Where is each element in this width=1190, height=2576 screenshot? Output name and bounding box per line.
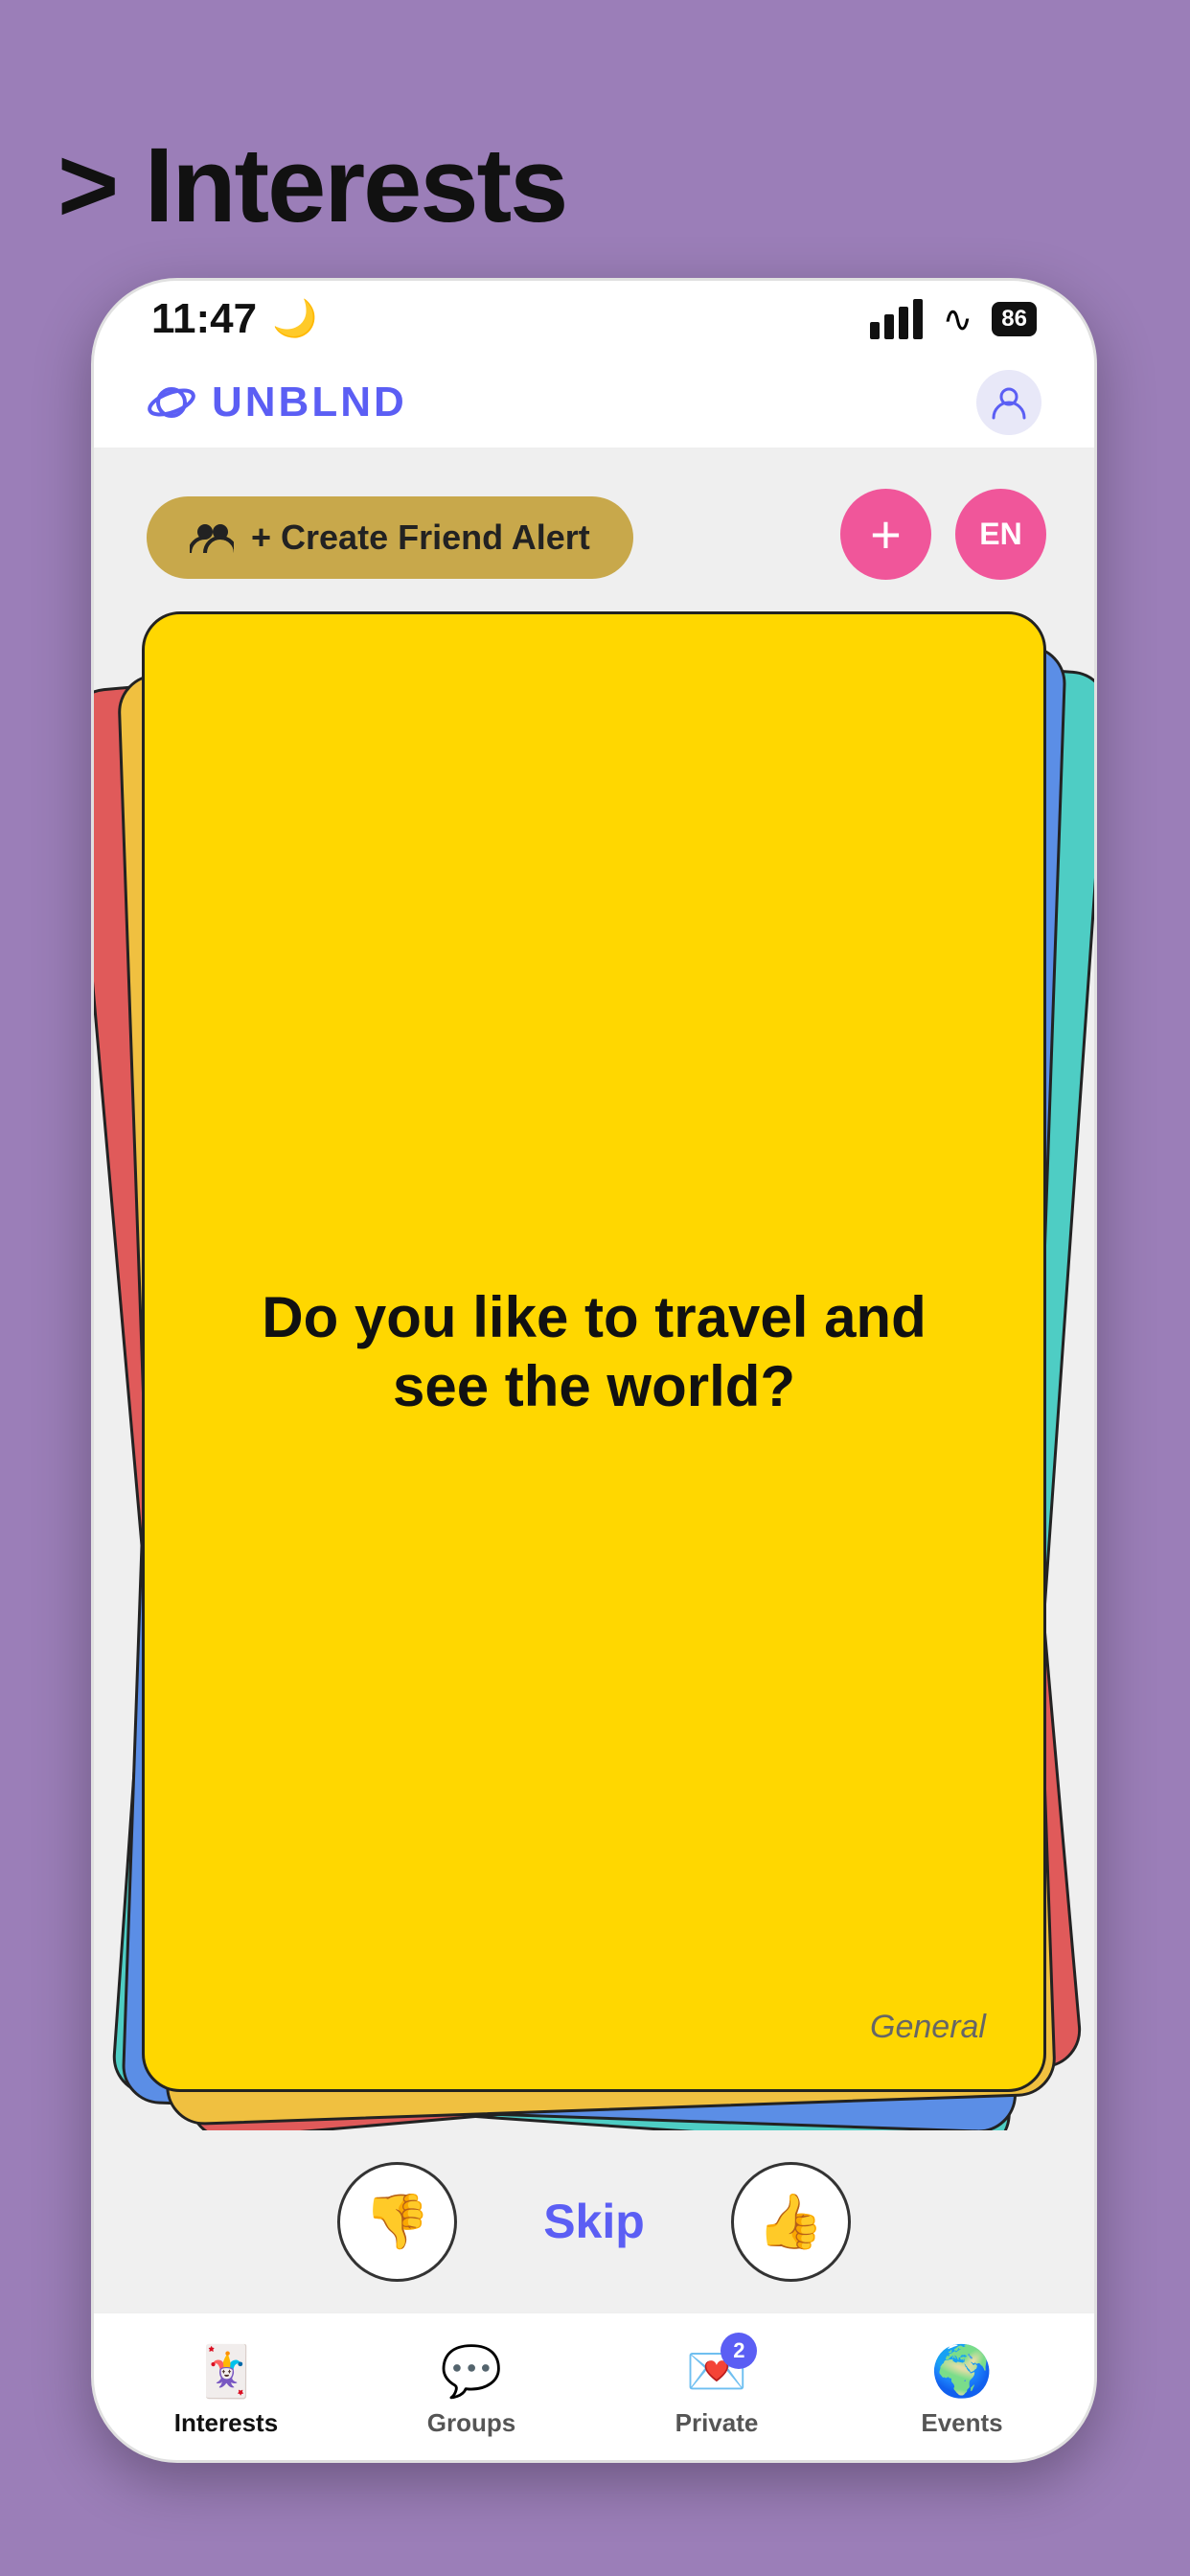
tab-groups-label: Groups [427,2408,515,2438]
tab-private-label: Private [675,2408,759,2438]
groups-icon: 💬 [441,2342,503,2401]
language-label: EN [979,517,1021,552]
tab-events[interactable]: 🌍 Events [839,2342,1085,2438]
signal-icon [870,299,923,339]
bottom-nav: 🃏 Interests 💬 Groups 💌 2 Private 🌍 Event… [94,2312,1094,2463]
private-icon: 💌 2 [686,2342,748,2401]
card-stack: Do you like to travel and see the world?… [142,611,1046,2111]
tab-interests-label: Interests [174,2408,278,2438]
tab-private[interactable]: 💌 2 Private [594,2342,839,2438]
app-header: UNBLND [94,357,1094,448]
tab-interests[interactable]: 🃏 Interests [103,2342,349,2438]
status-time: 11:47 [151,295,257,343]
card-main[interactable]: Do you like to travel and see the world?… [142,611,1046,2092]
like-button[interactable]: 👍 [731,2162,851,2282]
card-category: General [870,2009,986,2046]
dislike-icon: 👎 [364,2190,431,2253]
moon-icon: 🌙 [272,298,317,340]
friends-icon [190,518,234,557]
events-icon: 🌍 [931,2342,994,2401]
action-row: 👎 Skip 👍 [94,2130,1094,2312]
plus-button[interactable]: + [840,489,931,580]
create-alert-label: + Create Friend Alert [251,518,590,558]
interests-icon: 🃏 [195,2342,258,2401]
tab-groups[interactable]: 💬 Groups [349,2342,594,2438]
skip-button[interactable]: Skip [543,2194,645,2249]
battery-icon: 86 [992,302,1037,336]
status-icons: ∿ 86 [870,298,1037,341]
tab-events-label: Events [921,2408,1002,2438]
profile-icon [990,383,1028,422]
private-badge: 2 [721,2333,757,2369]
like-icon: 👍 [757,2190,824,2253]
wifi-icon: ∿ [942,298,973,341]
create-friend-alert-button[interactable]: + Create Friend Alert [147,496,633,579]
logo-text: UNBLND [212,379,407,426]
page-title: > Interests [57,125,566,246]
card-question: Do you like to travel and see the world? [145,1283,1043,1421]
main-content: + Create Friend Alert + EN [94,448,1094,2130]
page-background: > Interests 11:47 🌙 ∿ [0,0,1190,2576]
logo-icon [147,378,196,427]
plus-icon: + [870,508,902,562]
profile-button[interactable] [976,370,1041,435]
phone-mockup: 11:47 🌙 ∿ 86 [91,278,1097,2463]
app-logo: UNBLND [147,378,407,427]
status-bar: 11:47 🌙 ∿ 86 [94,281,1094,357]
dislike-button[interactable]: 👎 [337,2162,457,2282]
language-button[interactable]: EN [955,489,1046,580]
